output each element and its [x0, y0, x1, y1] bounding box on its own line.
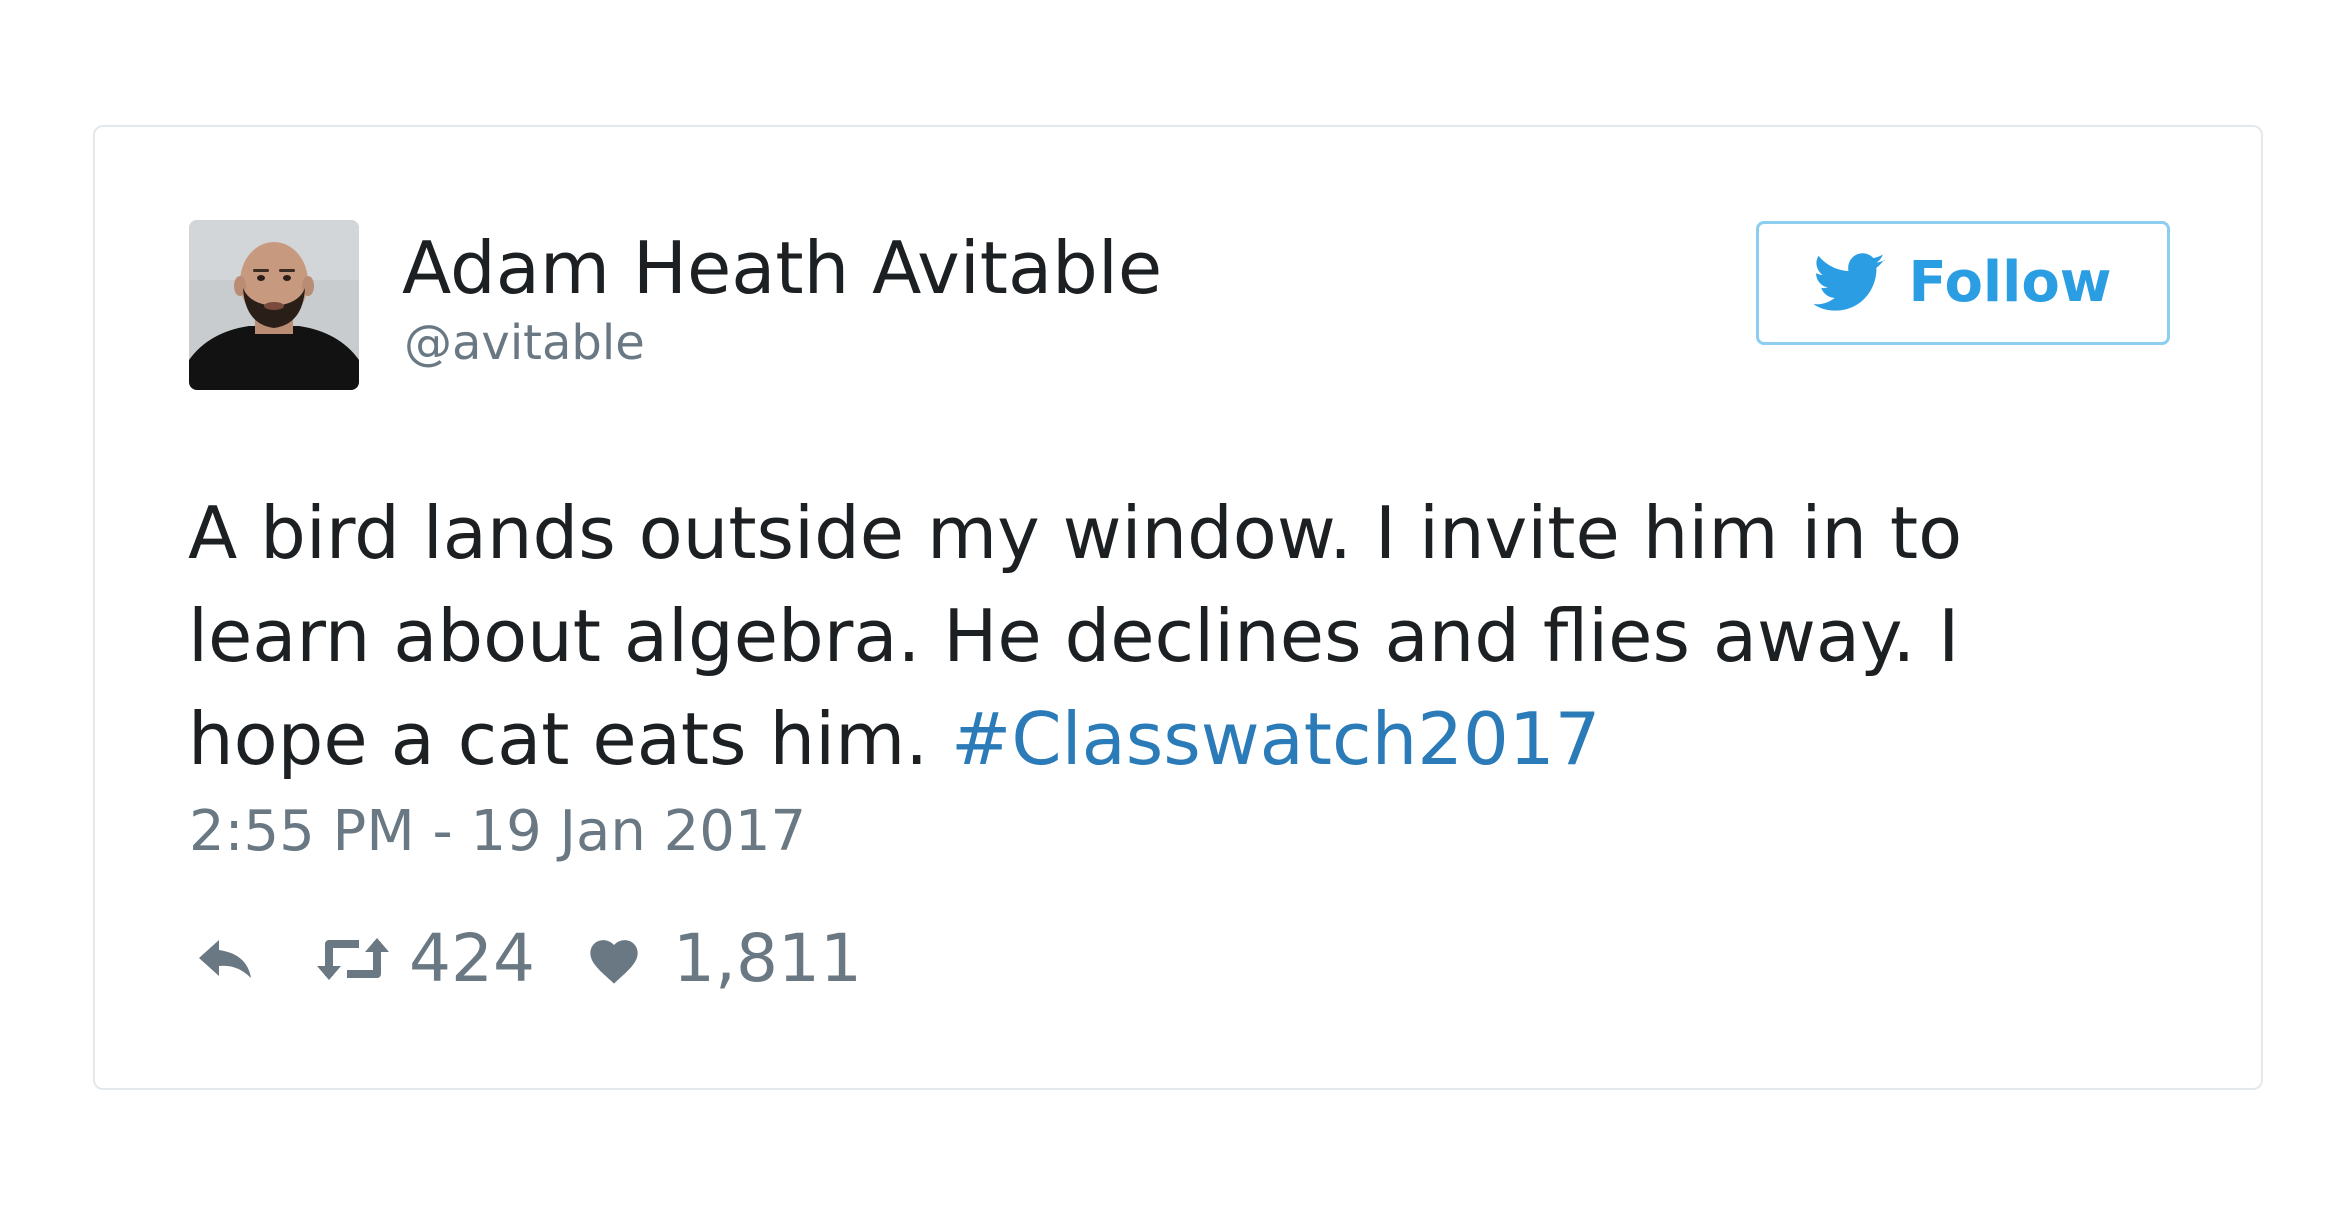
retweet-count: 424 — [409, 920, 535, 997]
twitter-bird-icon — [1814, 253, 1886, 313]
reply-arrow-icon — [199, 940, 251, 978]
heart-icon — [590, 940, 638, 984]
tweet-timestamp[interactable]: 2:55 PM - 19 Jan 2017 — [189, 797, 806, 867]
like-count: 1,811 — [672, 920, 862, 997]
avatar-photo — [189, 220, 359, 390]
follow-button[interactable]: Follow — [1756, 221, 2170, 345]
avatar[interactable] — [189, 220, 359, 390]
retweet-button[interactable]: 424 — [315, 926, 535, 992]
author-name[interactable]: Adam Heath Avitable — [402, 223, 1162, 313]
tweet-text: A bird lands outside my window. I invite… — [188, 482, 2148, 791]
reply-button[interactable] — [193, 934, 257, 984]
hashtag-link[interactable]: #Classwatch2017 — [951, 697, 1600, 781]
author-handle[interactable]: @avitable — [404, 313, 645, 373]
tweet-card: Adam Heath Avitable @avitable Follow A b… — [93, 125, 2263, 1090]
follow-label: Follow — [1908, 250, 2112, 315]
retweet-icon — [317, 938, 389, 980]
like-button[interactable]: 1,811 — [585, 926, 862, 992]
tweet-actions: 424 1,811 — [193, 914, 862, 1004]
